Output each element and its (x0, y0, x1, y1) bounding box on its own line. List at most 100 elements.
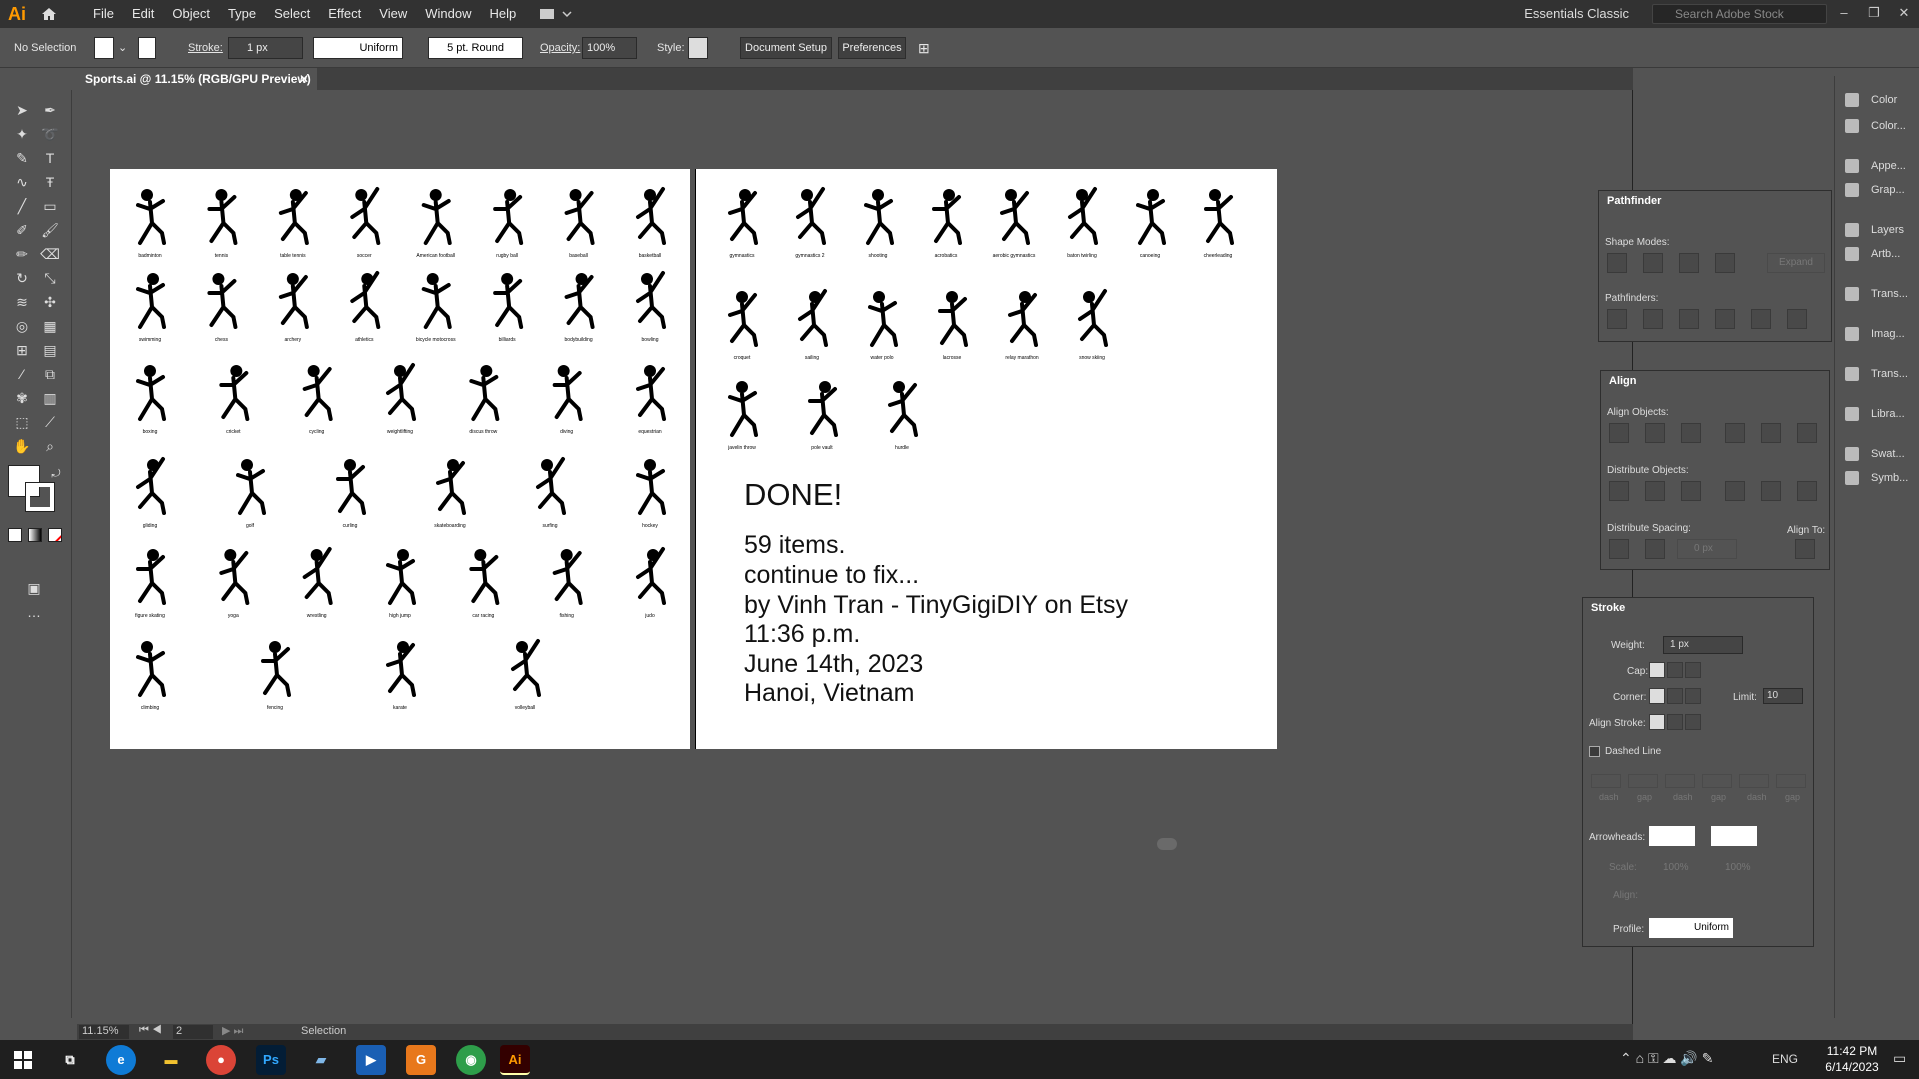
weight-field[interactable]: 1 px (1663, 636, 1743, 654)
language-indicator[interactable]: ENG (1772, 1052, 1798, 1066)
menu-effect[interactable]: Effect (319, 0, 370, 28)
menu-help[interactable]: Help (480, 0, 525, 28)
artboard-1[interactable]: badminton tennis table tennis soccer America… (110, 169, 690, 749)
graphic-style-swatch[interactable] (688, 37, 708, 59)
dashed-line-checkbox[interactable] (1589, 746, 1600, 757)
perspective-grid-tool-icon[interactable]: ▦ (40, 316, 60, 336)
document-tab[interactable]: Sports.ai @ 11.15% (RGB/GPU Preview) ✕ (77, 68, 317, 90)
notification-icon[interactable]: ▭ (1893, 1050, 1906, 1067)
horizontal-spacing-button[interactable] (1645, 539, 1665, 559)
menu-edit[interactable]: Edit (123, 0, 163, 28)
stroke-color-swatch[interactable] (25, 482, 55, 512)
hand-tool-icon[interactable]: ✋ (12, 436, 32, 456)
divide-button[interactable] (1607, 309, 1627, 329)
fill-dropdown-icon[interactable]: ⌄ (118, 38, 127, 58)
symbol-sprayer-tool-icon[interactable]: ✾ (12, 388, 32, 408)
start-arrowhead-dropdown[interactable] (1649, 826, 1695, 846)
photoshop-icon[interactable]: Ps (256, 1045, 286, 1075)
column-graph-tool-icon[interactable]: ▥ (40, 388, 60, 408)
distribute-right-button[interactable] (1797, 481, 1817, 501)
eraser-tool-icon[interactable]: ⌫ (40, 244, 60, 264)
trim-button[interactable] (1643, 309, 1663, 329)
workspace-switcher[interactable]: Essentials Classic (1524, 0, 1629, 28)
close-window-icon[interactable]: ✕ (1891, 0, 1917, 28)
arrange-icon[interactable]: ⊞ (918, 38, 930, 58)
menu-object[interactable]: Object (163, 0, 219, 28)
close-tab-icon[interactable]: ✕ (299, 68, 309, 90)
opacity-label[interactable]: Opacity: (540, 38, 580, 58)
minimize-icon[interactable]: – (1831, 0, 1857, 28)
arrange-documents-icon[interactable] (539, 6, 573, 22)
exclude-button[interactable] (1715, 253, 1735, 273)
line-tool-icon[interactable]: ╱ (12, 196, 32, 216)
align-left-button[interactable] (1609, 423, 1629, 443)
search-stock-input[interactable]: Search Adobe Stock (1652, 4, 1827, 24)
curvature-tool-icon[interactable]: ∿ (12, 172, 32, 192)
gap-field-2[interactable] (1702, 774, 1732, 788)
distribute-bottom-button[interactable] (1681, 481, 1701, 501)
artboard-number-field[interactable]: 2 (173, 1025, 213, 1039)
align-title[interactable]: Align (1601, 371, 1651, 391)
clock-date[interactable]: 6/14/2023 (1822, 1060, 1882, 1074)
artboard-2[interactable]: gymnastics gymnastics 2 shooting acrobatics… (695, 169, 1277, 749)
round-cap-button[interactable] (1667, 662, 1683, 678)
swap-colors-icon[interactable]: ⤾ (46, 464, 66, 484)
dock-artboards[interactable]: Artb... (1835, 240, 1919, 268)
blend-tool-icon[interactable]: ⧉ (40, 364, 60, 384)
paintbrush-tool-icon[interactable]: 🖌 (40, 220, 60, 240)
dock-color[interactable]: Color (1835, 86, 1919, 114)
home-icon[interactable] (34, 0, 64, 28)
crop-button[interactable] (1715, 309, 1735, 329)
distribute-left-button[interactable] (1725, 481, 1745, 501)
shape-builder-tool-icon[interactable]: ◎ (12, 316, 32, 336)
distribute-vcenter-button[interactable] (1645, 481, 1665, 501)
media-app-icon[interactable]: ▶ (356, 1045, 386, 1075)
stroke-swatch[interactable] (138, 37, 156, 59)
none-mode-icon[interactable] (48, 528, 62, 542)
miter-join-button[interactable] (1649, 688, 1665, 704)
slice-tool-icon[interactable]: ⟋ (40, 412, 60, 432)
edge-icon[interactable]: e (106, 1045, 136, 1075)
file-explorer-icon[interactable]: ▬ (156, 1045, 186, 1075)
next-artboard-icon[interactable]: ▶ ⏭ (222, 1024, 243, 1038)
horizontal-scroll-thumb[interactable] (1157, 838, 1177, 850)
minus-back-button[interactable] (1787, 309, 1807, 329)
dash-field-3[interactable] (1739, 774, 1769, 788)
color-mode-icon[interactable] (8, 528, 22, 542)
dash-field-2[interactable] (1665, 774, 1695, 788)
outline-button[interactable] (1751, 309, 1771, 329)
notes-app-icon[interactable]: ▰ (306, 1045, 336, 1075)
menu-view[interactable]: View (370, 0, 416, 28)
menu-select[interactable]: Select (265, 0, 319, 28)
variable-width-profile[interactable]: Uniform (313, 37, 403, 59)
round-join-button[interactable] (1667, 688, 1683, 704)
spacing-field[interactable]: 0 px (1677, 539, 1737, 559)
chrome-icon[interactable]: ● (206, 1045, 236, 1075)
align-right-button[interactable] (1681, 423, 1701, 443)
limit-field[interactable]: 10 (1763, 688, 1803, 704)
blob-brush-tool-icon[interactable]: ✏ (12, 244, 32, 264)
dock-graphic-styles[interactable]: Grap... (1835, 176, 1919, 204)
stroke-weight-field[interactable]: 1 px (228, 37, 303, 59)
align-top-button[interactable] (1725, 423, 1745, 443)
bevel-join-button[interactable] (1685, 688, 1701, 704)
gradient-mode-icon[interactable] (28, 528, 42, 542)
align-hcenter-button[interactable] (1645, 423, 1665, 443)
direct-selection-tool-icon[interactable]: ✒ (40, 100, 60, 120)
selection-tool-icon[interactable]: ➤ (12, 100, 32, 120)
pen-tool-icon[interactable]: ✎ (12, 148, 32, 168)
expand-button[interactable]: Expand (1767, 253, 1825, 273)
dock-libraries[interactable]: Libra... (1835, 400, 1919, 428)
gap-field-3[interactable] (1776, 774, 1806, 788)
scale-tool-icon[interactable]: ⤡ (40, 268, 60, 288)
dock-symbols[interactable]: Symb... (1835, 464, 1919, 492)
document-setup-button[interactable]: Document Setup (740, 37, 832, 59)
system-tray-icons[interactable]: ⌃ ⌂ ⚿ ☁ 🔊 ✎ (1620, 1050, 1713, 1067)
windows-start-icon[interactable] (8, 1045, 38, 1075)
screen-mode-icon[interactable]: ▣ (24, 578, 44, 598)
align-stroke-inside-button[interactable] (1667, 714, 1683, 730)
type-tool-icon[interactable]: T (40, 148, 60, 168)
scale-end-field[interactable]: 100% (1725, 862, 1751, 873)
eyedropper-tool-icon[interactable]: ⁄ (12, 364, 32, 384)
end-arrowhead-dropdown[interactable] (1711, 826, 1757, 846)
